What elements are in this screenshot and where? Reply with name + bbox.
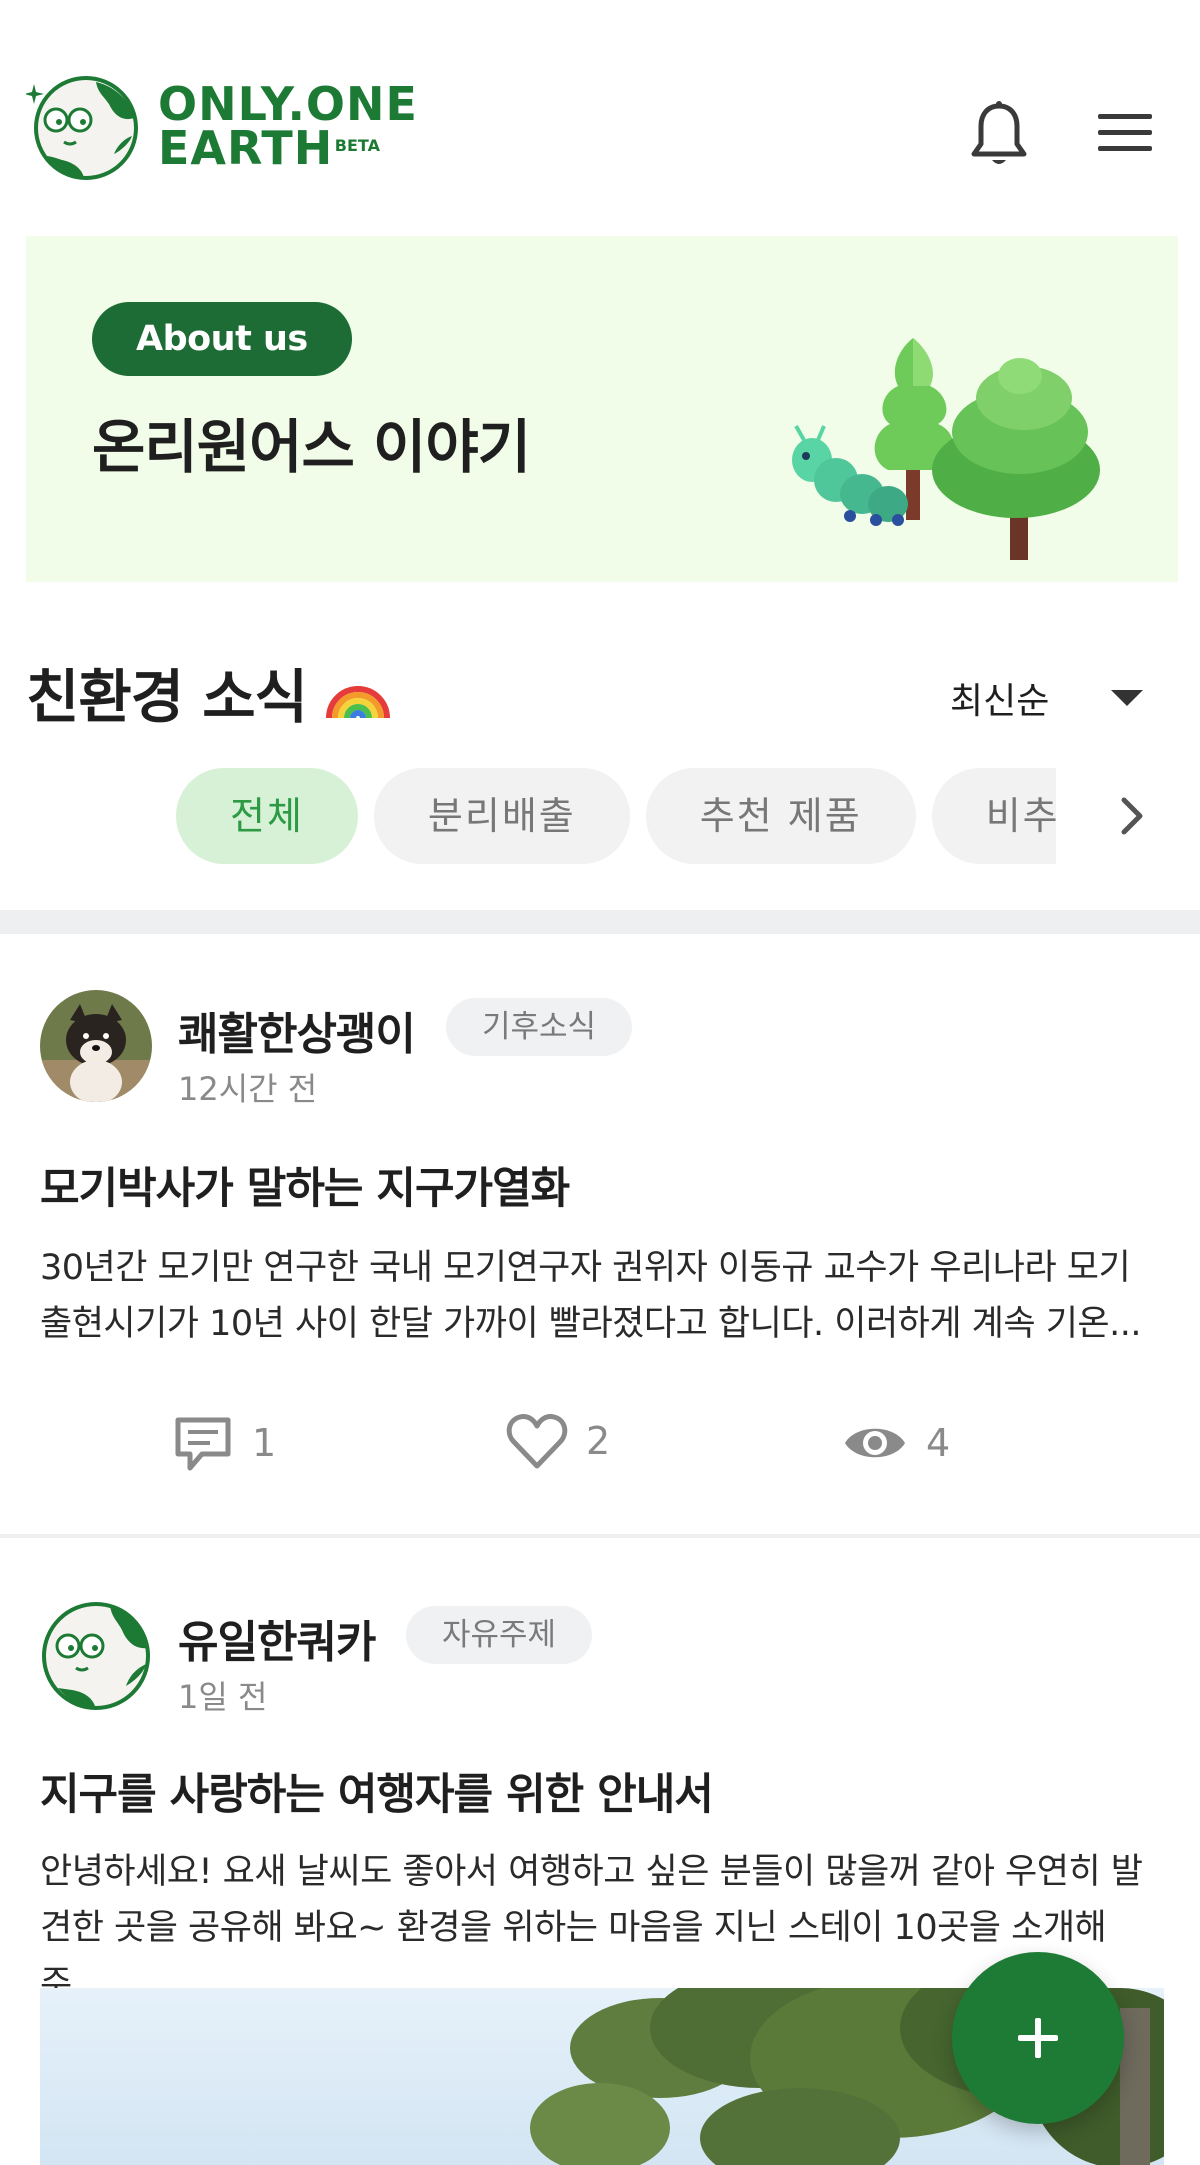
chip-recycling[interactable]: 분리배출 bbox=[373, 768, 630, 864]
category-tag: 기후소식 bbox=[446, 998, 633, 1056]
avatar[interactable] bbox=[40, 990, 152, 1102]
post-card[interactable]: 쾌활한상괭이 기후소식 12시간 전 모기박사가 말하는 지구가열화 30년간 … bbox=[0, 934, 1200, 1534]
chip-not-recommended[interactable]: 비추천 bbox=[931, 768, 1056, 864]
author-name: 쾌활한상괭이 bbox=[178, 1009, 416, 1060]
section-title: 친환경 소식 bbox=[26, 650, 393, 734]
comment-icon bbox=[175, 1417, 231, 1471]
earth-mascot-logo-icon bbox=[26, 76, 138, 180]
trees-caterpillar-illustration-icon bbox=[792, 338, 1100, 560]
post-excerpt: 30년간 모기만 연구한 국내 모기연구자 권위자 이동규 교수가 우리나라 모… bbox=[40, 1240, 1166, 1352]
post-time: 1일 전 bbox=[178, 1678, 268, 1716]
new-post-button[interactable] bbox=[952, 1952, 1124, 2124]
post-title[interactable]: 모기박사가 말하는 지구가열화 bbox=[40, 1154, 570, 1216]
view-count-value: 4 bbox=[926, 1421, 951, 1465]
logo-wordmark: ONLY.ONE EARTH BETA bbox=[158, 77, 418, 171]
beta-badge: BETA bbox=[334, 136, 380, 155]
post-title[interactable]: 지구를 사랑하는 여행자를 위한 안내서 bbox=[40, 1760, 714, 1822]
about-us-banner[interactable]: About us 온리원어스 이야기 bbox=[26, 236, 1178, 582]
comment-count[interactable]: 1 bbox=[172, 1412, 276, 1474]
logo[interactable]: ONLY.ONE EARTH BETA bbox=[26, 70, 418, 182]
post-excerpt-line: 30년간 모기만 연구한 국내 모기연구자 권위자 이동규 교수가 우리나라 모… bbox=[40, 1248, 1131, 1288]
chip-recommended-products[interactable]: 추천 제품 bbox=[645, 768, 916, 864]
post-stats: 1 2 4 bbox=[0, 1406, 1200, 1476]
like-count[interactable]: 2 bbox=[506, 1412, 610, 1470]
post-time: 12시간 전 bbox=[178, 1070, 318, 1108]
post-excerpt-line: 출현시기가 10년 사이 한달 가까이 빨라졌다고 합니다. 이러하게 계속 기… bbox=[40, 1304, 1141, 1344]
comment-count-value: 1 bbox=[252, 1421, 277, 1465]
rainbow-icon bbox=[326, 686, 390, 719]
about-us-pill: About us bbox=[92, 302, 352, 376]
plus-icon bbox=[1018, 2018, 1058, 2058]
logo-line1: ONLY.ONE bbox=[158, 77, 418, 131]
view-count: 4 bbox=[842, 1412, 950, 1474]
post-excerpt-line: 안녕하세요! 요새 날씨도 좋아서 여행하고 싶은 분들이 많을꺼 같아 우연히… bbox=[40, 1852, 1143, 1892]
heart-icon bbox=[506, 1414, 568, 1469]
chevron-right-icon[interactable] bbox=[1108, 792, 1156, 840]
caret-down-icon bbox=[1111, 690, 1144, 706]
bell-icon[interactable] bbox=[968, 100, 1030, 170]
sort-label: 최신순 bbox=[950, 681, 1050, 722]
earth-mascot-avatar-icon bbox=[42, 1602, 150, 1710]
section-divider bbox=[0, 910, 1200, 934]
dog-avatar-icon bbox=[40, 990, 152, 1102]
category-tag: 자유주제 bbox=[406, 1606, 593, 1664]
author-name: 유일한쿼카 bbox=[178, 1617, 376, 1668]
category-chips: 전체 분리배출 추천 제품 비추천 bbox=[176, 768, 1056, 864]
app-header: ONLY.ONE EARTH BETA bbox=[0, 0, 1200, 236]
sort-dropdown[interactable]: 최신순 bbox=[950, 672, 1144, 724]
chip-all[interactable]: 전체 bbox=[176, 768, 358, 864]
section-title-text: 친환경 소식 bbox=[26, 663, 308, 731]
banner-title: 온리원어스 이야기 bbox=[92, 413, 531, 481]
avatar[interactable] bbox=[40, 1600, 152, 1712]
hamburger-menu-icon[interactable] bbox=[1096, 110, 1154, 154]
eye-icon bbox=[845, 1428, 905, 1458]
like-count-value: 2 bbox=[586, 1419, 611, 1463]
